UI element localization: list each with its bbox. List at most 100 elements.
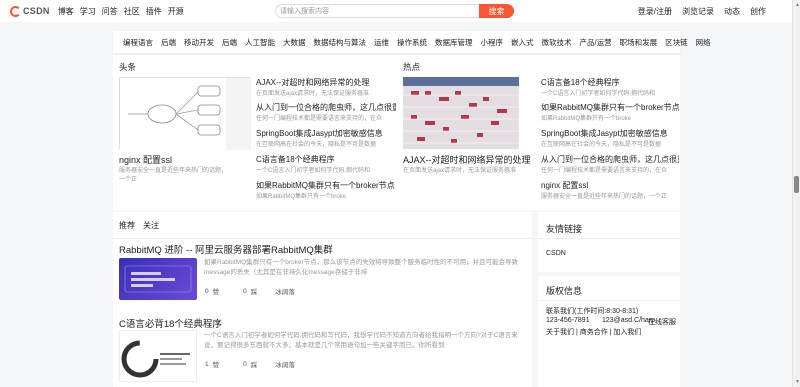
logo-text: CSDN: [23, 6, 50, 16]
nav-link-plugins[interactable]: 插件: [146, 6, 162, 17]
scroll-up-icon[interactable]: ▲: [795, 2, 800, 8]
category-item[interactable]: 大数据: [283, 37, 306, 48]
category-item[interactable]: 网络: [696, 37, 711, 48]
category-item[interactable]: 数据库管理: [435, 37, 473, 48]
logo-icon: [10, 5, 21, 17]
hot-item-desc: 一个C语言入门初学者如何学代码,拥代码和: [541, 91, 656, 97]
hot-thumbnail[interactable]: [403, 77, 519, 149]
headline-item-desc: 任何一门编程技术都是需要语言来支持的，在众: [256, 116, 383, 122]
login-link[interactable]: 登录/注册: [638, 6, 672, 17]
page-scrollbar[interactable]: ▲ ▼: [792, 0, 800, 387]
nav-link-opensource[interactable]: 开源: [168, 6, 184, 17]
headline-item-desc: 在互联网高在社会的今天，隐私是不可是数据: [256, 142, 377, 148]
category-item[interactable]: 编程语言: [123, 37, 153, 48]
headline-item-title[interactable]: 从入门到一位合格的爬虫师，这几点很重要: [256, 102, 396, 113]
nav-link-community[interactable]: 社区: [124, 6, 140, 17]
headline-item-desc: 如果RabbitMQ集群只有一个broke: [256, 194, 347, 200]
dislike-button[interactable]: 踩: [251, 286, 258, 296]
hot-label: 热点: [403, 62, 421, 72]
like-count: 1: [205, 360, 209, 368]
headline-item-desc: 在页面发送ajax请求时，无法保证服务器准: [256, 91, 370, 97]
category-item[interactable]: 微软技术: [542, 37, 572, 48]
copyright-title: 版权信息: [546, 286, 583, 296]
headline-thumb-desc: 服务器安全一直是近些年来热门的话题，: [119, 168, 228, 174]
category-item[interactable]: 操作系统: [397, 37, 427, 48]
top-navbar: CSDN 博客 学习 问答 社区 插件 开源 请输入搜索内容 搜索 登录/注册 …: [0, 0, 792, 22]
create-link[interactable]: 创作: [750, 6, 766, 17]
category-item[interactable]: 区块链: [665, 37, 688, 48]
phone-number: 123-456-7891: [546, 317, 590, 324]
category-bar: 编程语言 后端 移动开发 后端 人工智能 大数据 数据结构与算法 运维 操作系统…: [113, 31, 711, 53]
article-title[interactable]: RabbitMQ 进阶 -- 阿里云服务器部署RabbitMQ集群: [119, 242, 333, 256]
search-input[interactable]: 请输入搜索内容: [275, 4, 481, 18]
headline-panel: 头条 nginx 配置ssl 服务器安全一直是近些年来热门的话题， 一个正 AJ…: [113, 55, 680, 210]
tab-following[interactable]: 关注: [143, 220, 159, 231]
headline-item-title[interactable]: C语言备18个经典程序: [256, 154, 396, 165]
hot-item-desc: 在互联网高在社会的今天，隐私是不可是数据: [541, 142, 662, 148]
category-item[interactable]: 后端: [161, 37, 176, 48]
like-button[interactable]: 赞: [213, 286, 220, 296]
scroll-down-icon[interactable]: ▼: [795, 379, 800, 385]
hot-item-title[interactable]: SpringBoot集成Jasypt加密敏感信息: [541, 128, 679, 139]
headline-item-title[interactable]: AJAX--对超时和网络异常的处理: [256, 77, 396, 88]
nav-link-learn[interactable]: 学习: [80, 6, 96, 17]
category-item[interactable]: 产品/运营: [580, 37, 612, 48]
feed-tabs: 推荐 关注: [119, 220, 159, 231]
category-item[interactable]: 运维: [374, 37, 389, 48]
nav-link-qa[interactable]: 问答: [102, 6, 118, 17]
contact-hours: 联系我们(工作时间:8:30-8:31): [546, 308, 639, 315]
category-item[interactable]: 小程序: [481, 37, 504, 48]
hot-item-title[interactable]: C语言备18个经典程序: [541, 77, 679, 88]
table-image-icon: [403, 77, 519, 149]
article-stats: 0 赞 0 踩 冰阔落: [205, 286, 295, 297]
activity-link[interactable]: 动态: [724, 6, 740, 17]
hot-item-title[interactable]: 从入门到一位合格的爬虫师，这几点很重要: [541, 154, 679, 165]
friend-link-csdn[interactable]: CSDN: [546, 250, 566, 257]
hot-item-title[interactable]: nginx 配置ssl: [541, 180, 679, 191]
headline-label: 头条: [119, 62, 137, 72]
footer-links[interactable]: 关于我们 | 商务合作 | 加入我们: [546, 327, 641, 337]
scroll-thumb[interactable]: [794, 176, 799, 193]
like-count: 0: [205, 287, 209, 295]
headline-item-title[interactable]: 如果RabbitMQ集群只有一个broker节点，那: [256, 180, 396, 191]
csdn-logo[interactable]: CSDN: [10, 5, 50, 17]
hot-item-desc: 如果RabbitMQ集群只有一个broke: [541, 116, 632, 122]
friend-links-title: 友情链接: [546, 224, 583, 234]
like-button[interactable]: 赞: [213, 359, 220, 369]
dislike-count: 0: [243, 287, 247, 295]
category-item[interactable]: 职场和发展: [620, 37, 658, 48]
dislike-button[interactable]: 踩: [251, 359, 258, 369]
category-item[interactable]: 移动开发: [184, 37, 214, 48]
headline-thumbnail[interactable]: [119, 77, 251, 150]
article-thumbnail[interactable]: [119, 258, 197, 300]
dislike-count: 0: [243, 360, 247, 368]
nav-links: 博客 学习 问答 社区 插件 开源: [58, 6, 184, 17]
article-desc: 如果RabbitMQ集群只有一个broker节点，那么该节点的失效将导致整个服务…: [204, 259, 519, 276]
rabbitmq-banner-icon: [124, 265, 192, 293]
article-author[interactable]: 冰阔落: [275, 359, 295, 369]
hot-item-desc: 任何一门编程技术都是需要语言来支持的，在众: [541, 168, 668, 174]
nav-link-blog[interactable]: 博客: [58, 6, 74, 17]
category-item[interactable]: 人工智能: [245, 37, 275, 48]
hot-item-title[interactable]: 如果RabbitMQ集群只有一个broker节点，那: [541, 102, 679, 113]
online-service-link[interactable]: 在线客服: [648, 317, 676, 327]
category-item[interactable]: 数据结构与算法: [314, 37, 367, 48]
panel-divider: [538, 238, 680, 239]
article-desc: 一个C语言入门初学者如何学代码,拥代码和写代码，我想学代码不知道方向者给我指明一…: [204, 332, 518, 349]
article-author[interactable]: 冰阔落: [275, 286, 295, 296]
article-title[interactable]: C语言必背18个经典程序: [119, 316, 222, 330]
copyright-panel: 版权信息 联系我们(工作时间:8:30-8:31) 123-456-7891 1…: [538, 276, 680, 387]
article-thumbnail[interactable]: [119, 330, 197, 382]
hot-thumb-desc: 在页面发送ajax请求时，无法保证服务器准: [403, 168, 517, 174]
history-link[interactable]: 浏览记录: [682, 6, 714, 17]
tab-recommend[interactable]: 推荐: [119, 220, 135, 231]
nginx-diagram-icon: [120, 78, 251, 150]
search-button[interactable]: 搜索: [479, 4, 514, 18]
hot-item-desc: 服务器安全一直是近些年来热门的话题，一个正: [541, 194, 668, 200]
headline-thumb-desc-2: 一个正: [119, 177, 138, 183]
category-item[interactable]: 后端: [222, 37, 237, 48]
category-item[interactable]: 嵌入式: [511, 37, 534, 48]
user-links: 登录/注册 浏览记录 动态 创作: [638, 6, 766, 17]
headline-item-desc: 一个C语言入门初学者如何学代码,拥代码和: [256, 168, 371, 174]
headline-item-title[interactable]: SpringBoot集成Jasypt加密敏感信息: [256, 128, 396, 139]
